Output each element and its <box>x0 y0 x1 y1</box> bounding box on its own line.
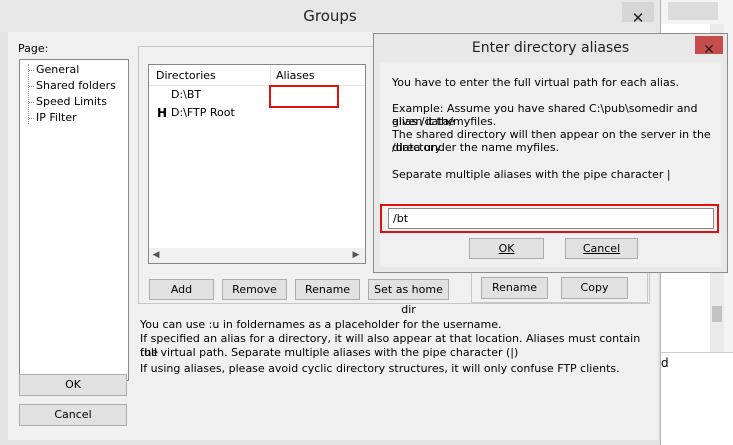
groups-title-bar: Groups ✕ <box>0 0 660 32</box>
help-text: If using aliases, please avoid cyclic di… <box>140 362 620 375</box>
help-text: full virtual path. Separate multiple ali… <box>140 346 519 359</box>
dialog-title-bar: Enter directory aliases ✕ <box>374 34 727 62</box>
copy-button[interactable]: Copy <box>561 277 628 299</box>
column-header-directories[interactable]: Directories <box>156 69 216 82</box>
cancel-button[interactable]: Cancel <box>19 404 127 426</box>
scroll-left-icon[interactable]: ◀ <box>149 248 163 262</box>
table-row[interactable]: H D:\FTP Root <box>149 105 365 121</box>
dialog-cancel-button[interactable]: Cancel <box>565 238 638 259</box>
dialog-instruction: You have to enter the full virtual path … <box>392 76 679 89</box>
dialog-title: Enter directory aliases <box>471 40 630 56</box>
horizontal-scrollbar[interactable]: ◀ ▶ <box>149 248 365 263</box>
tree-item-speed-limits[interactable]: Speed Limits <box>36 94 107 109</box>
table-header: Directories Aliases <box>149 65 365 86</box>
tree-item-shared-folders[interactable]: Shared folders <box>36 78 116 93</box>
groups-close-button[interactable]: ✕ <box>622 2 654 27</box>
close-icon: ✕ <box>703 42 715 58</box>
tree-root-line <box>28 64 29 124</box>
dialog-cancel-label: Cancel <box>582 242 621 255</box>
rename-button[interactable]: Rename <box>295 279 360 300</box>
background-scroll-thumb[interactable] <box>712 306 722 322</box>
background-column-fragment: d <box>661 356 669 370</box>
help-text: You can use :u in foldernames as a place… <box>140 318 502 331</box>
directories-table[interactable]: Directories Aliases D:\BT H D:\FTP Root … <box>148 64 366 264</box>
dialog-body: You have to enter the full virtual path … <box>380 62 721 267</box>
dialog-close-button[interactable]: ✕ <box>695 36 723 58</box>
dialog-ok-button[interactable]: OK <box>469 238 544 259</box>
alias-input[interactable]: /bt <box>388 208 714 229</box>
home-marker: H <box>157 106 168 120</box>
remove-button[interactable]: Remove <box>222 279 287 300</box>
rename-alias-button[interactable]: Rename <box>481 277 548 299</box>
dialog-separator-hint: Separate multiple aliases with the pipe … <box>392 168 671 181</box>
page-label: Page: <box>18 42 49 55</box>
aliases-dialog: Enter directory aliases ✕ You have to en… <box>373 33 728 273</box>
column-header-aliases[interactable]: Aliases <box>276 69 315 82</box>
background-lower-pane <box>660 375 733 445</box>
directory-name: D:\BT <box>171 88 202 101</box>
close-icon: ✕ <box>631 9 645 27</box>
scroll-right-icon[interactable]: ▶ <box>349 248 363 262</box>
set-home-dir-button[interactable]: Set as home dir <box>368 279 449 316</box>
tree-item-general[interactable]: General <box>36 62 79 77</box>
background-column-header: d <box>660 352 733 376</box>
dialog-example-line: alias /data/myfiles. <box>392 115 497 128</box>
directory-name: D:\FTP Root <box>171 106 235 119</box>
background-window-close-button[interactable] <box>668 2 718 20</box>
alias-input-value: /bt <box>393 212 409 225</box>
column-divider <box>270 65 271 85</box>
page-tree[interactable]: General Shared folders Speed Limits IP F… <box>19 59 129 381</box>
add-button[interactable]: Add <box>149 279 214 300</box>
ok-button[interactable]: OK <box>19 374 127 396</box>
groups-title: Groups <box>303 7 357 25</box>
dialog-example-line: /data under the name myfiles. <box>392 141 560 154</box>
tree-item-ip-filter[interactable]: IP Filter <box>36 110 77 125</box>
dialog-ok-label: OK <box>498 242 515 255</box>
